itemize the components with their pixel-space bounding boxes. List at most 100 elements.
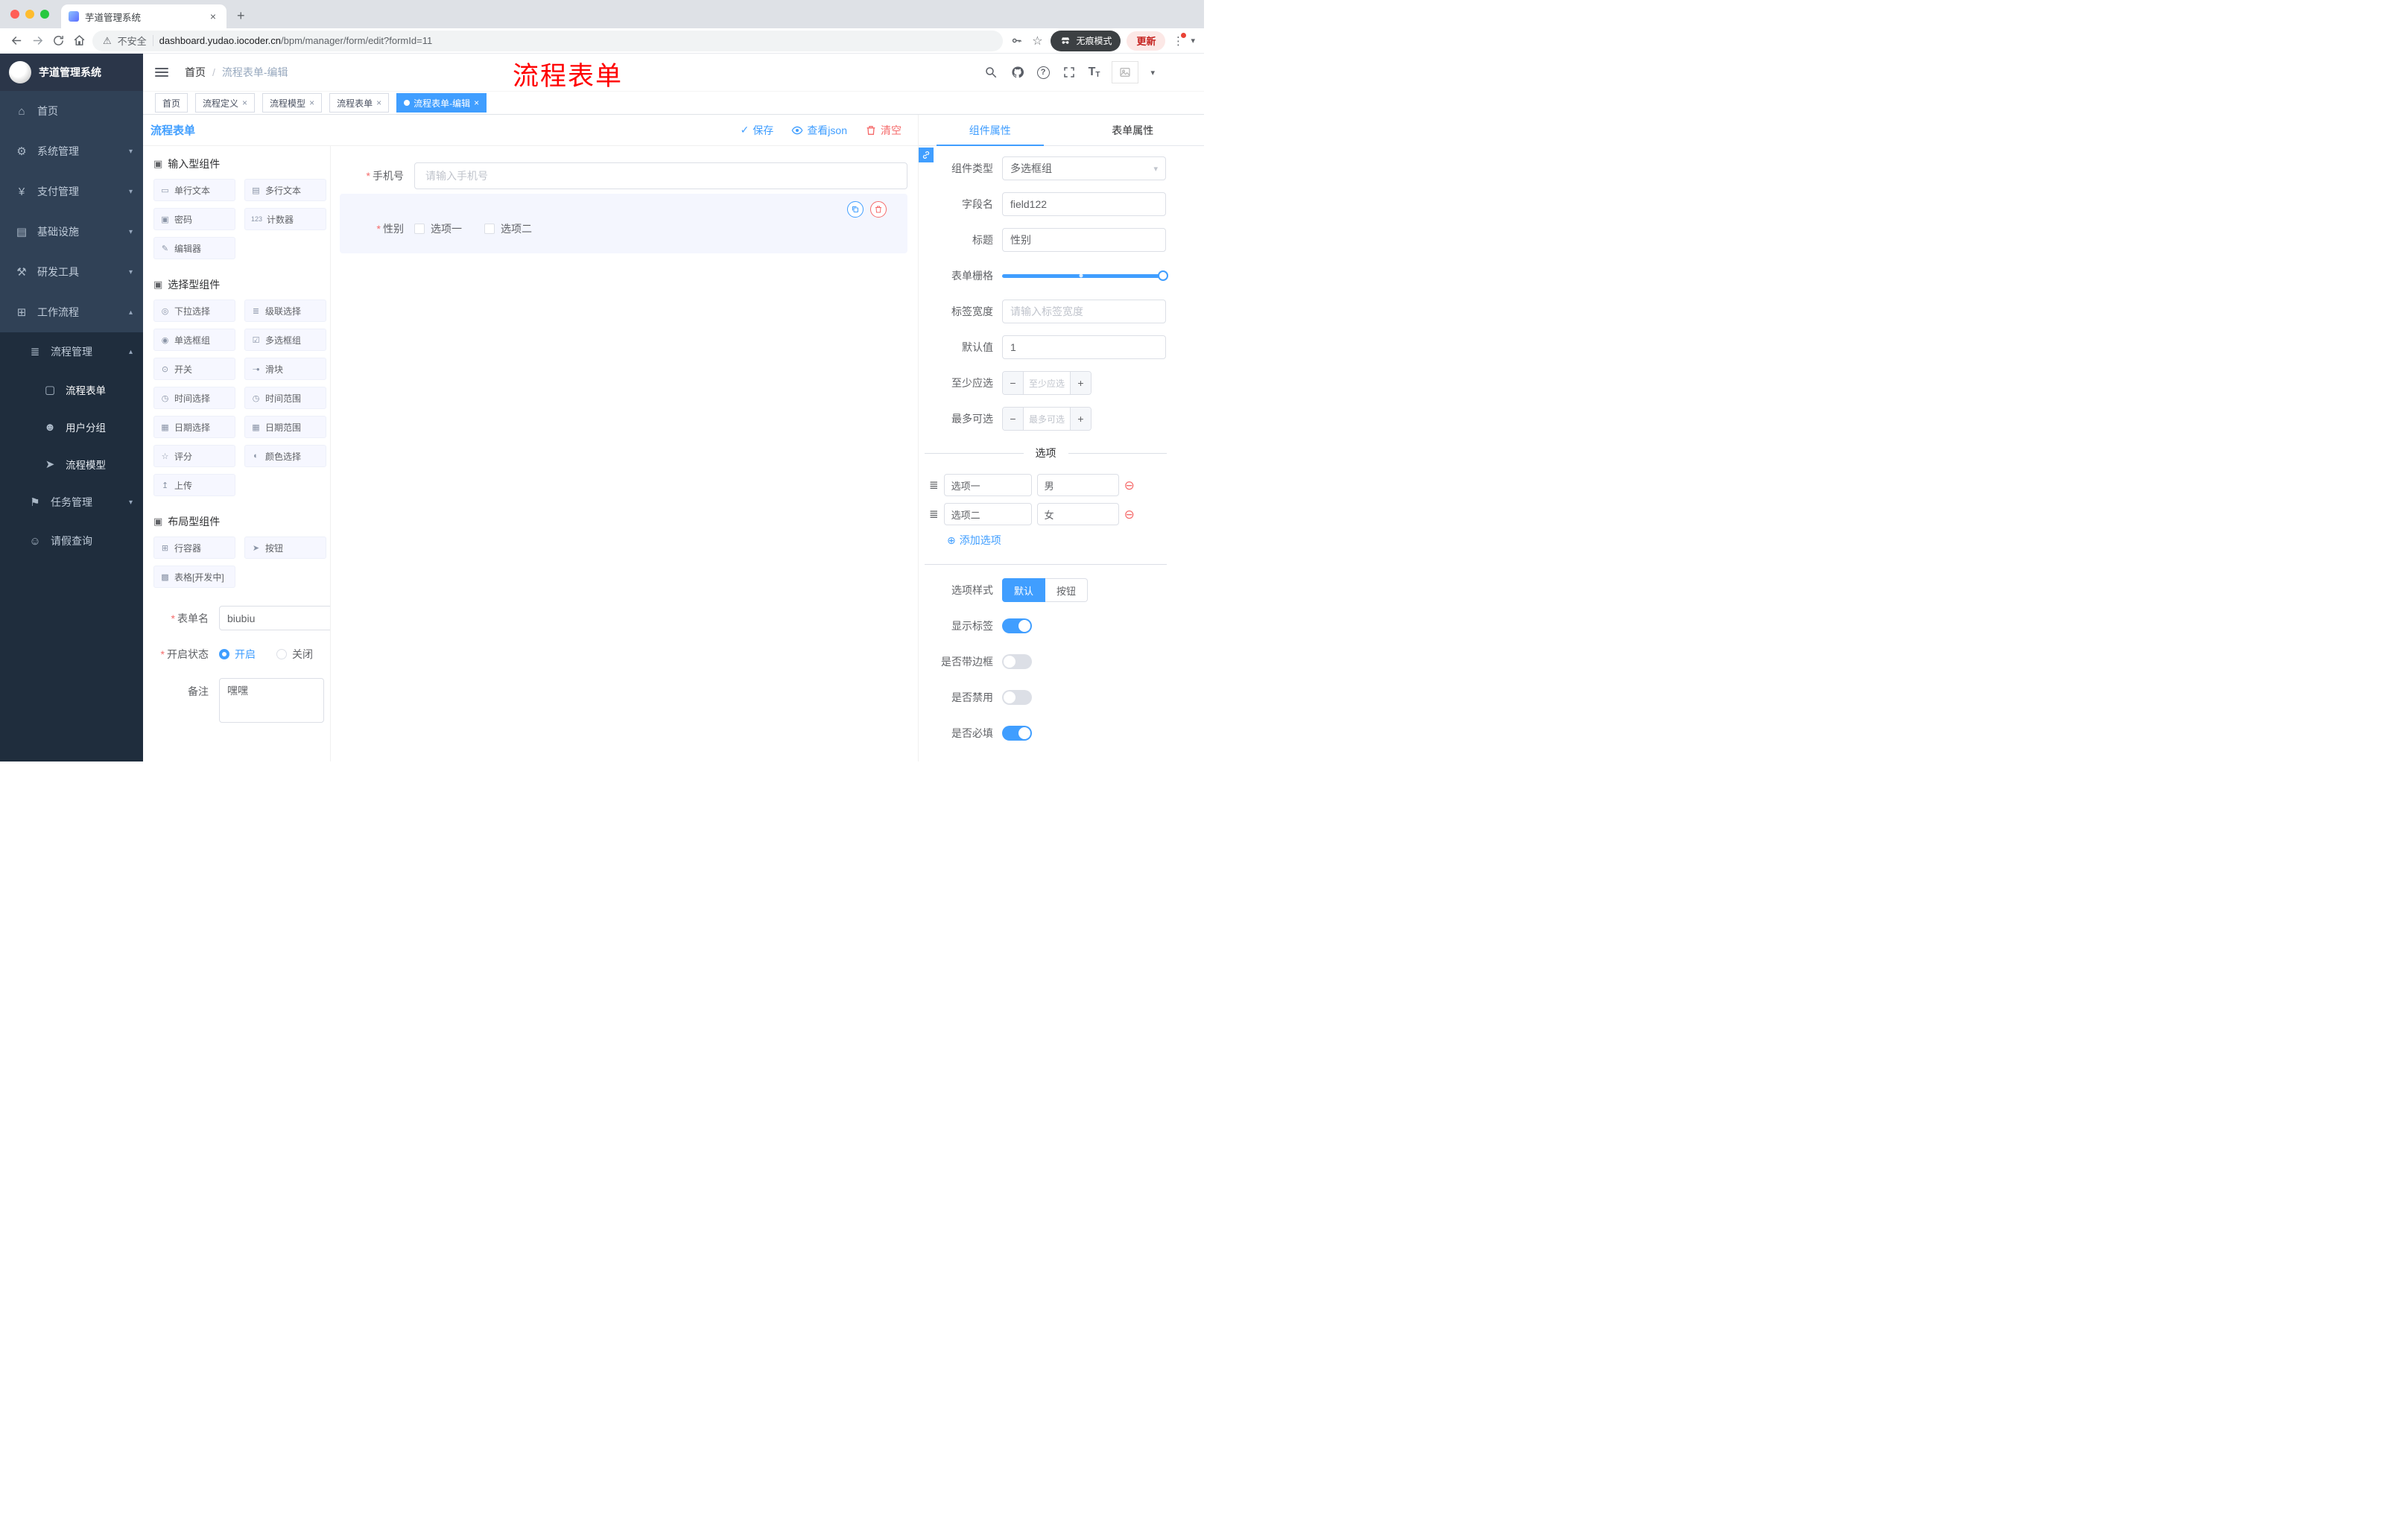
sidebar-item-user-group[interactable]: ☻ 用户分组 (0, 408, 143, 446)
security-label[interactable]: 不安全 (118, 34, 147, 48)
title-input[interactable] (1002, 228, 1166, 252)
toolbar-caret-icon[interactable]: ▾ (1191, 36, 1195, 45)
home-icon[interactable] (72, 34, 86, 48)
breadcrumb-home[interactable]: 首页 (185, 65, 206, 80)
palette-item-date-picker[interactable]: ▦ 日期选择 (153, 416, 235, 438)
palette-item-time-picker[interactable]: ◷ 时间选择 (153, 387, 235, 409)
border-toggle[interactable] (1002, 654, 1032, 669)
window-maximize-button[interactable] (40, 10, 49, 19)
default-value-input[interactable] (1002, 335, 1166, 359)
palette-item-cascader[interactable]: ≣ 级联选择 (244, 300, 326, 322)
sidebar-item-process-model[interactable]: ➤ 流程模型 (0, 446, 143, 483)
phone-input[interactable] (414, 162, 907, 189)
stepper-minus-button[interactable]: − (1003, 372, 1024, 394)
palette-item-upload[interactable]: ↥ 上传 (153, 474, 235, 496)
grid-slider[interactable] (1002, 264, 1168, 288)
palette-item-switch[interactable]: ⊙ 开关 (153, 358, 235, 380)
font-size-icon[interactable]: TT (1089, 66, 1100, 79)
palette-item-counter[interactable]: 123 计数器 (244, 208, 326, 230)
disabled-toggle[interactable] (1002, 690, 1032, 705)
field-name-input[interactable] (1002, 192, 1166, 216)
url-text[interactable]: dashboard.yudao.iocoder.cn/bpm/manager/f… (159, 35, 433, 46)
stepper-plus-button[interactable]: + (1070, 408, 1091, 430)
delete-component-button[interactable] (870, 201, 887, 218)
palette-item-table[interactable]: ▩ 表格[开发中] (153, 566, 235, 588)
help-icon[interactable]: ? (1036, 66, 1050, 79)
tag-close-icon[interactable]: × (376, 98, 381, 108)
sidebar-item-leave-query[interactable]: ☺ 请假查询 (0, 522, 143, 560)
label-width-input[interactable] (1002, 300, 1166, 323)
copy-component-button[interactable] (847, 201, 864, 218)
palette-item-single-text[interactable]: ▭ 单行文本 (153, 179, 235, 201)
palette-item-radio-group[interactable]: ◉ 单选框组 (153, 329, 235, 351)
browser-menu-kebab-icon[interactable]: ⋮ (1171, 32, 1187, 48)
slider-handle[interactable] (1158, 270, 1168, 281)
forward-icon[interactable] (30, 34, 45, 48)
form-name-input[interactable] (219, 606, 330, 630)
option-label-input[interactable] (943, 503, 1032, 525)
status-off-radio[interactable]: 关闭 (276, 647, 313, 662)
drag-handle-icon[interactable]: ≣ (929, 478, 939, 492)
tag-process-form[interactable]: 流程表单 × (329, 93, 390, 113)
sidebar-item-process-form[interactable]: ▢ 流程表单 (0, 371, 143, 408)
option-label-input[interactable] (943, 474, 1032, 496)
palette-item-row-container[interactable]: ⊞ 行容器 (153, 536, 235, 559)
sidebar-item-system[interactable]: ⚙ 系统管理 ▾ (0, 131, 143, 171)
gender-option-2-checkbox[interactable]: 选项二 (484, 221, 532, 236)
tab-close-icon[interactable]: × (207, 10, 219, 22)
sidebar-item-task-management[interactable]: ⚑ 任务管理 ▾ (0, 483, 143, 522)
palette-item-time-range[interactable]: ◷ 时间范围 (244, 387, 326, 409)
tab-form-props[interactable]: 表单属性 (1062, 115, 1205, 145)
tag-process-definition[interactable]: 流程定义 × (195, 93, 256, 113)
github-icon[interactable] (1010, 65, 1025, 80)
new-tab-button[interactable]: + (237, 8, 245, 24)
required-toggle[interactable] (1002, 726, 1032, 741)
sidebar-toggle-icon[interactable] (155, 68, 168, 77)
save-button[interactable]: ✓ 保存 (741, 123, 774, 138)
sidebar-item-workflow[interactable]: ⊞ 工作流程 ▴ (0, 292, 143, 332)
gender-option-1-checkbox[interactable]: 选项一 (414, 221, 462, 236)
stepper-minus-button[interactable]: − (1003, 408, 1024, 430)
window-close-button[interactable] (10, 10, 19, 19)
password-key-icon[interactable] (1009, 34, 1024, 48)
palette-item-date-range[interactable]: ▦ 日期范围 (244, 416, 326, 438)
drag-handle-icon[interactable]: ≣ (929, 507, 939, 521)
palette-item-rate[interactable]: ☆ 评分 (153, 445, 235, 467)
stepper-plus-button[interactable]: + (1070, 372, 1091, 394)
component-type-select[interactable]: 多选框组 ▾ (1002, 156, 1166, 180)
stepper-value[interactable]: 最多可选 (1024, 408, 1070, 430)
stepper-value[interactable]: 至少应选 (1024, 372, 1070, 394)
style-default-button[interactable]: 默认 (1002, 578, 1046, 602)
sidebar-item-process-management[interactable]: ≣ 流程管理 ▴ (0, 332, 143, 371)
search-icon[interactable] (983, 65, 998, 80)
palette-item-multi-text[interactable]: ▤ 多行文本 (244, 179, 326, 201)
remove-option-icon[interactable]: ⊖ (1124, 479, 1135, 492)
palette-item-checkbox-group[interactable]: ☑ 多选框组 (244, 329, 326, 351)
sidebar-item-home[interactable]: ⌂ 首页 (0, 91, 143, 131)
selected-component-gender[interactable]: * 性别 选项一 选项二 (340, 194, 907, 253)
palette-item-slider[interactable]: ─● 滑块 (244, 358, 326, 380)
slider-track[interactable] (1002, 273, 1166, 278)
fullscreen-icon[interactable] (1062, 65, 1077, 80)
link-badge[interactable] (919, 148, 934, 162)
tag-home[interactable]: 首页 (155, 93, 188, 113)
browser-tab[interactable]: 芋道管理系统 × (61, 4, 226, 28)
url-bar[interactable]: ⚠ 不安全 dashboard.yudao.iocoder.cn/bpm/man… (92, 30, 1004, 51)
palette-item-color-picker[interactable]: ◐ 颜色选择 (244, 445, 326, 467)
clear-button[interactable]: 清空 (865, 123, 902, 138)
palette-item-button[interactable]: ➤ 按钮 (244, 536, 326, 559)
avatar[interactable] (1112, 61, 1139, 83)
reload-icon[interactable] (51, 34, 66, 48)
sidebar-item-payment[interactable]: ¥ 支付管理 ▾ (0, 171, 143, 212)
palette-item-select[interactable]: ◎ 下拉选择 (153, 300, 235, 322)
browser-update-button[interactable]: 更新 (1127, 31, 1166, 51)
option-value-input[interactable] (1036, 503, 1119, 525)
tag-process-model[interactable]: 流程模型 × (262, 93, 323, 113)
tag-close-icon[interactable]: × (242, 98, 247, 108)
add-option-button[interactable]: ⊕ 添加选项 (947, 533, 1167, 548)
style-button-button[interactable]: 按钮 (1045, 578, 1089, 602)
tag-process-form-edit[interactable]: 流程表单-编辑 × (396, 93, 487, 113)
bookmark-star-icon[interactable]: ☆ (1030, 34, 1045, 48)
form-remark-input[interactable]: 嘿嘿 (219, 678, 324, 723)
palette-item-password[interactable]: ▣ 密码 (153, 208, 235, 230)
